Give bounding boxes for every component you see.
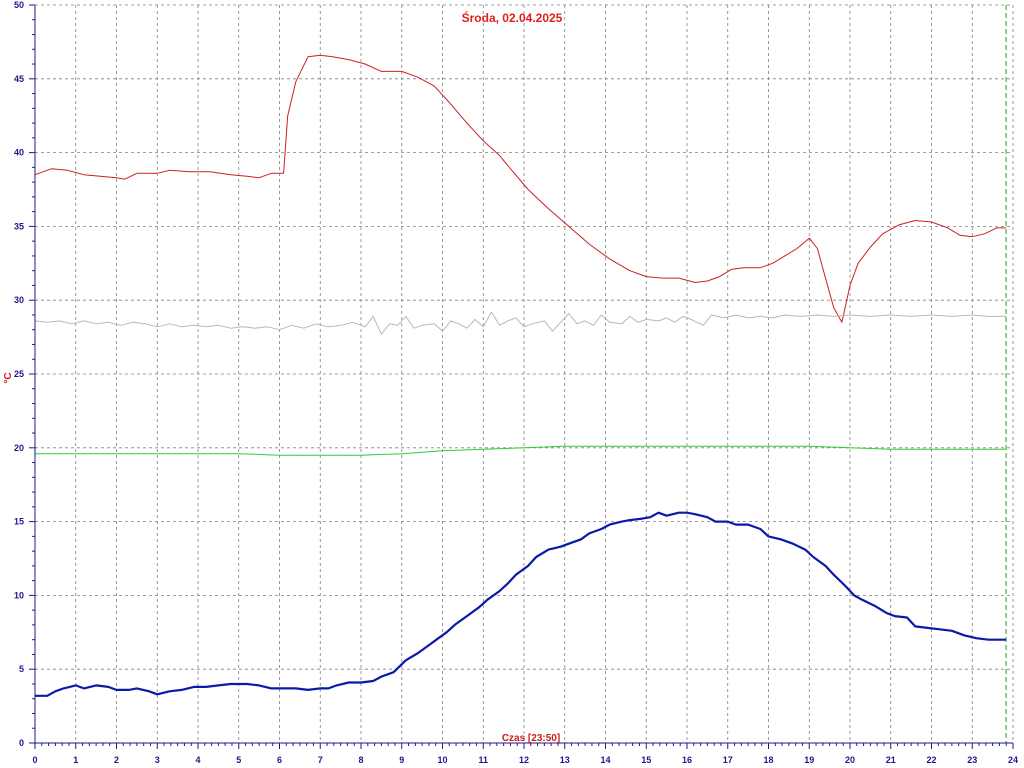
temperature-chart: 051015202530354045500 1 2 3 4 5 6 7 8 9 10 11 12 13 14… — [0, 0, 1024, 768]
y-tick-label: 30 — [14, 295, 24, 305]
x-tick-label: 21 — [886, 755, 896, 765]
x-tick-label: 22 — [926, 755, 936, 765]
x-tick-label: 12 — [519, 755, 529, 765]
x-tick-label: 2 — [114, 755, 119, 765]
y-tick-label: 15 — [14, 517, 24, 527]
chart-background — [0, 0, 1024, 768]
x-tick-label: 20 — [845, 755, 855, 765]
x-tick-label: 6 — [277, 755, 282, 765]
x-tick-label: 16 — [682, 755, 692, 765]
x-tick-label: 5 — [236, 755, 241, 765]
y-axis-title: °C — [3, 372, 14, 383]
x-tick-label: 11 — [478, 755, 488, 765]
y-tick-label: 45 — [14, 74, 24, 84]
x-tick-label: 17 — [723, 755, 733, 765]
x-tick-label: 9 — [399, 755, 404, 765]
x-tick-label: 24 — [1008, 755, 1018, 765]
x-tick-label: 4 — [195, 755, 200, 765]
x-tick-label: 10 — [437, 755, 447, 765]
x-axis-title: Czas [23:50] — [502, 733, 560, 744]
x-tick-label: 3 — [155, 755, 160, 765]
x-tick-label: 23 — [967, 755, 977, 765]
y-tick-label: 20 — [14, 443, 24, 453]
y-tick-label: 10 — [14, 590, 24, 600]
y-tick-label: 35 — [14, 221, 24, 231]
y-tick-label: 40 — [14, 148, 24, 158]
x-tick-label: 18 — [763, 755, 773, 765]
y-tick-label: 50 — [14, 0, 24, 10]
x-tick-label: 1 — [73, 755, 78, 765]
x-tick-label: 13 — [560, 755, 570, 765]
y-tick-label: 5 — [19, 664, 24, 674]
y-tick-label: 25 — [14, 369, 24, 379]
x-tick-label: 7 — [318, 755, 323, 765]
x-tick-label: 19 — [804, 755, 814, 765]
y-tick-label: 0 — [19, 738, 24, 748]
x-tick-label: 14 — [600, 755, 610, 765]
x-tick-label: 15 — [641, 755, 651, 765]
x-tick-label: 8 — [358, 755, 363, 765]
chart-title: Środa, 02.04.2025 — [462, 10, 563, 25]
x-tick-label: 0 — [32, 755, 37, 765]
